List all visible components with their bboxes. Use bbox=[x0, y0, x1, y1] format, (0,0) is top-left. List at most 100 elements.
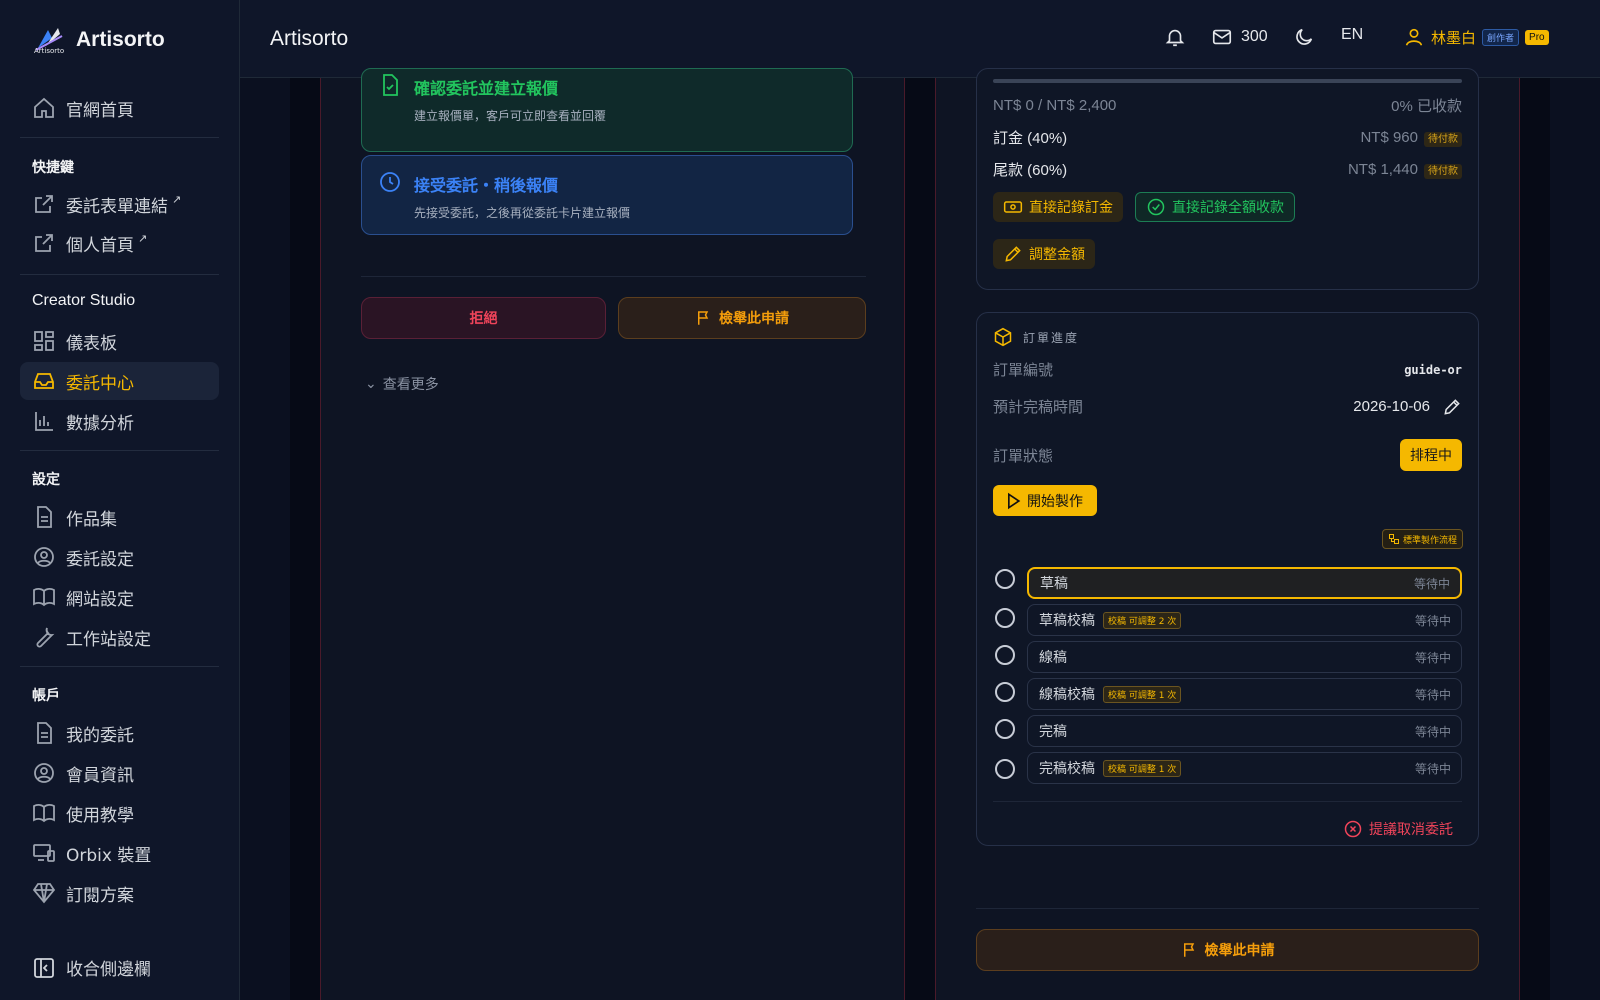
dashboard-icon bbox=[34, 331, 54, 351]
messages-button[interactable]: 300 bbox=[1211, 26, 1268, 48]
confirm-and-quote-option[interactable]: 確認委託並建立報價 建立報價單，客戶可立即查看並回覆 bbox=[361, 68, 853, 152]
step-item[interactable]: 完稿校稿 校稿 可調整 1 次 等待中 bbox=[1027, 752, 1462, 784]
collapse-sidebar-button[interactable]: 收合側邊欄 bbox=[32, 955, 151, 980]
sidebar-item-label: 個人首頁 bbox=[66, 235, 134, 256]
report-request-button[interactable]: 檢舉此申請 bbox=[618, 297, 866, 339]
order-progress-header: 訂單進度 bbox=[993, 327, 1462, 347]
sidebar: Artisorto Artisorto 官網首頁 快捷鍵 委託表單連結 ↗ 個人… bbox=[0, 0, 240, 1000]
sidebar-item-my-commissions[interactable]: 我的委託 bbox=[20, 714, 219, 752]
payment-percent: 0% 已收款 bbox=[1391, 98, 1462, 115]
show-more-toggle[interactable]: ⌄ 查看更多 bbox=[365, 374, 439, 394]
workflow-icon bbox=[1388, 534, 1399, 544]
revision-tag: 校稿 可調整 2 次 bbox=[1103, 611, 1182, 629]
sidebar-item-portfolio[interactable]: 作品集 bbox=[20, 498, 219, 536]
role-badge: 創作者 bbox=[1482, 28, 1520, 46]
wrench-icon bbox=[36, 627, 55, 648]
deposit-row: 訂金 (40%) NT$ 960 待付款 bbox=[993, 127, 1462, 148]
plan-badge: Pro bbox=[1525, 29, 1549, 45]
package-icon bbox=[994, 327, 1012, 347]
document-icon bbox=[37, 506, 52, 528]
external-arrow: ↗ bbox=[172, 192, 182, 206]
pencil-icon[interactable] bbox=[1442, 397, 1462, 417]
sidebar-item-label: 訂閱方案 bbox=[66, 885, 134, 906]
sidebar-item-tutorial[interactable]: 使用教學 bbox=[20, 794, 219, 832]
sidebar-item-analytics[interactable]: 數據分析 bbox=[20, 402, 219, 440]
section-title-settings: 設定 bbox=[32, 472, 60, 488]
gutter bbox=[290, 78, 320, 1000]
sidebar-item-label: 使用教學 bbox=[66, 805, 134, 826]
workflow-template-tag[interactable]: 標準製作流程 bbox=[1381, 529, 1463, 549]
step-state: 等待中 bbox=[1414, 724, 1451, 739]
order-status-row: 訂單狀態 排程中 bbox=[993, 439, 1462, 471]
sidebar-item-member-info[interactable]: 會員資訊 bbox=[20, 754, 219, 792]
flag-icon bbox=[698, 311, 709, 325]
sidebar-item-orbix-device[interactable]: Orbix 裝置 bbox=[20, 834, 219, 872]
sidebar-item-form-link[interactable]: 委託表單連結 ↗ bbox=[20, 185, 219, 223]
step-radio[interactable] bbox=[995, 682, 1015, 702]
step-radio[interactable] bbox=[995, 759, 1015, 779]
sidebar-collapse-icon bbox=[34, 957, 54, 978]
app-name: Artisorto bbox=[76, 28, 165, 51]
button-label: 檢舉此申請 bbox=[719, 311, 789, 327]
start-production-button[interactable]: 開始製作 bbox=[993, 485, 1097, 516]
sidebar-item-subscription[interactable]: 訂閱方案 bbox=[20, 874, 219, 912]
step-item[interactable]: 草稿校稿 校稿 可調整 2 次 等待中 bbox=[1027, 604, 1462, 636]
button-label: 直接記錄訂金 bbox=[1029, 200, 1113, 216]
notifications-button[interactable] bbox=[1164, 26, 1186, 48]
file-check-icon bbox=[383, 74, 398, 96]
external-arrow: ↗ bbox=[138, 231, 148, 245]
cash-icon bbox=[1003, 201, 1023, 213]
option-description: 建立報價單，客戶可立即查看並回覆 bbox=[414, 109, 607, 123]
sidebar-item-dashboard[interactable]: 儀表板 bbox=[20, 322, 219, 360]
gutter bbox=[1520, 78, 1550, 1000]
record-full-payment-button[interactable]: 直接記錄全額收款 bbox=[1135, 192, 1295, 222]
sidebar-item-label: 會員資訊 bbox=[66, 765, 134, 786]
topbar: Artisorto 300 EN 林墨白 創作者 Pro bbox=[240, 0, 1600, 78]
sidebar-item-profile-home[interactable]: 個人首頁 ↗ bbox=[20, 224, 219, 262]
option-description: 先接受委託，之後再從委託卡片建立報價 bbox=[414, 206, 631, 220]
user-name: 林墨白 bbox=[1431, 29, 1477, 47]
balance-label: 尾款 (60%) bbox=[993, 162, 1068, 179]
sidebar-item-commission-center[interactable]: 委託中心 bbox=[20, 362, 219, 400]
flag-icon bbox=[1183, 943, 1194, 957]
step-state: 等待中 bbox=[1414, 761, 1451, 776]
divider bbox=[976, 908, 1479, 909]
device-icon bbox=[33, 844, 55, 862]
step-item[interactable]: 線稿校稿 校稿 可調整 1 次 等待中 bbox=[1027, 678, 1462, 710]
accept-quote-later-option[interactable]: 接受委託・稍後報價 先接受委託，之後再從委託卡片建立報價 bbox=[361, 155, 853, 235]
workflow-label: 標準製作流程 bbox=[1402, 535, 1457, 546]
step-name: 線稿校稿 bbox=[1039, 687, 1095, 703]
step-item[interactable]: 線稿 等待中 bbox=[1027, 641, 1462, 673]
step-item[interactable]: 完稿 等待中 bbox=[1027, 715, 1462, 747]
order-id-label: 訂單編號 bbox=[993, 362, 1054, 379]
step-radio[interactable] bbox=[995, 608, 1015, 628]
step-item[interactable]: 草稿 等待中 bbox=[1027, 567, 1462, 599]
sidebar-item-workstation-settings[interactable]: 工作站設定 bbox=[20, 618, 219, 656]
section-title-account: 帳戶 bbox=[32, 688, 60, 704]
document-icon bbox=[37, 722, 52, 744]
sidebar-item-label: 委託表單連結 bbox=[66, 196, 168, 217]
language-toggle[interactable]: EN bbox=[1341, 26, 1363, 44]
sidebar-item-label: 工作站設定 bbox=[66, 629, 151, 650]
theme-toggle[interactable] bbox=[1293, 26, 1315, 48]
balance-amount: NT$ 1,440 bbox=[1347, 160, 1418, 178]
propose-cancel-button[interactable]: 提議取消委託 bbox=[1343, 819, 1453, 839]
adjust-amount-button[interactable]: 調整金額 bbox=[993, 239, 1095, 269]
user-menu[interactable]: 林墨白 創作者 Pro bbox=[1403, 26, 1549, 48]
sidebar-item-commission-settings[interactable]: 委託設定 bbox=[20, 538, 219, 576]
sidebar-item-label: 儀表板 bbox=[66, 333, 117, 354]
sidebar-item-site-settings[interactable]: 網站設定 bbox=[20, 578, 219, 616]
step-state: 等待中 bbox=[1414, 613, 1451, 628]
gutter bbox=[905, 78, 935, 1000]
step-radio[interactable] bbox=[995, 719, 1015, 739]
button-label: 提議取消委託 bbox=[1369, 822, 1453, 838]
step-radio[interactable] bbox=[995, 645, 1015, 665]
record-deposit-button[interactable]: 直接記錄訂金 bbox=[993, 192, 1123, 222]
reject-button[interactable]: 拒絕 bbox=[361, 297, 606, 339]
report-request-button[interactable]: 檢舉此申請 bbox=[976, 929, 1479, 971]
step-radio[interactable] bbox=[995, 569, 1015, 589]
logo-subtext: Artisorto bbox=[34, 47, 65, 55]
sidebar-item-home[interactable]: 官網首頁 bbox=[20, 89, 219, 127]
step-state: 等待中 bbox=[1414, 687, 1451, 702]
play-icon bbox=[1008, 492, 1021, 509]
